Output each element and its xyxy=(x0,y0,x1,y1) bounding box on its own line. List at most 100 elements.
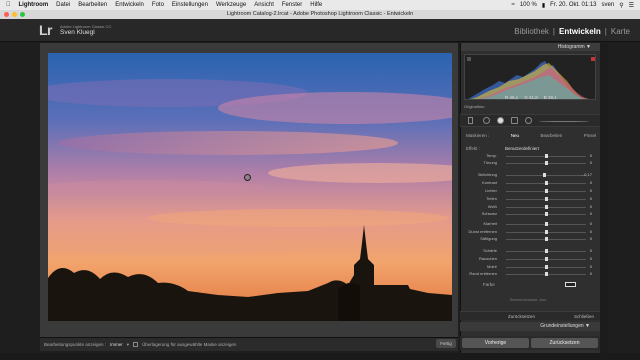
slider-knob[interactable] xyxy=(544,205,548,209)
slider-knob[interactable] xyxy=(544,189,548,193)
reset-button[interactable]: Zurücksetzen xyxy=(531,338,598,348)
menu-werkzeuge[interactable]: Werkzeuge xyxy=(216,2,246,8)
slider-knob[interactable] xyxy=(544,265,548,269)
slider-knob[interactable] xyxy=(544,161,548,165)
slider-knob[interactable] xyxy=(544,181,548,185)
histogram-chart[interactable] xyxy=(464,54,596,100)
slider-knob[interactable] xyxy=(544,154,548,158)
module-entwickeln[interactable]: Entwickeln xyxy=(559,27,601,36)
menu-fenster[interactable]: Fenster xyxy=(282,2,302,8)
mask-label: Maskieren : xyxy=(466,133,490,138)
slider-row[interactable]: Tönung 0 xyxy=(462,160,596,166)
slider-row[interactable]: Lichter 0 xyxy=(462,188,596,194)
slider-knob[interactable] xyxy=(544,197,548,201)
slider-knob[interactable] xyxy=(544,249,548,253)
apple-icon[interactable]:  xyxy=(6,2,11,8)
done-button[interactable]: Fertig xyxy=(436,339,456,348)
right-panel-scrollbar[interactable] xyxy=(600,43,608,353)
menu-hilfe[interactable]: Hilfe xyxy=(310,2,322,8)
close-mask-button[interactable]: Schließen xyxy=(574,314,594,319)
slider-row[interactable]: Schärfe 0 xyxy=(462,248,596,254)
slider-value[interactable]: 0 xyxy=(590,264,592,269)
slider-value[interactable]: 0 xyxy=(590,271,592,276)
menu-bar:  Lightroom Datei Bearbeiten Entwickeln … xyxy=(0,0,640,10)
slider-row[interactable]: Kontrast 0 xyxy=(462,180,596,186)
clock[interactable]: Fr. 20. Okt. 01:13 xyxy=(550,2,596,8)
slider-value[interactable]: 0 xyxy=(590,196,592,201)
mask-pin[interactable] xyxy=(244,174,251,181)
slider-row[interactable]: Sättigung 0 xyxy=(462,236,596,242)
menu-foto[interactable]: Foto xyxy=(152,2,164,8)
menu-lightroom[interactable]: Lightroom xyxy=(19,2,49,8)
overlay-checkbox[interactable] xyxy=(133,342,139,347)
slider-value[interactable]: 0 xyxy=(590,236,592,241)
slider-knob[interactable] xyxy=(544,257,548,261)
slider-row[interactable]: Moiré 0 xyxy=(462,264,596,270)
mask-edit[interactable]: Bearbeiten xyxy=(540,133,562,138)
module-karte[interactable]: Karte xyxy=(611,27,630,36)
battery-label[interactable]: 100 % xyxy=(520,2,537,8)
previous-button[interactable]: Vorherige xyxy=(462,338,529,348)
slider-knob[interactable] xyxy=(544,272,548,276)
pins-select[interactable]: Immer xyxy=(110,342,123,347)
brush-slider-line[interactable] xyxy=(539,121,589,122)
color-swatch[interactable] xyxy=(565,282,576,287)
original-photo-label[interactable]: Originalfoto xyxy=(464,104,484,109)
slider-row[interactable]: Weiß 0 xyxy=(462,204,596,210)
menu-einstellungen[interactable]: Einstellungen xyxy=(172,2,208,8)
slider-value[interactable]: 0 xyxy=(590,221,592,226)
menu-list-icon[interactable]: ☰ xyxy=(629,2,634,9)
menu-bearbeiten[interactable]: Bearbeiten xyxy=(78,2,107,8)
mask-brush[interactable]: Pinsel xyxy=(584,133,596,138)
left-panel-collapsed[interactable] xyxy=(0,43,40,353)
slider-row[interactable]: Rauschen 0 xyxy=(462,256,596,262)
slider-knob[interactable] xyxy=(544,212,548,216)
basic-panel-header[interactable]: Grundeinstellungen ▼ xyxy=(460,322,600,331)
reset-mask-button[interactable]: Zurücksetzen xyxy=(508,314,535,319)
grid-tool-icon[interactable] xyxy=(468,117,473,124)
mask-new[interactable]: Neu xyxy=(511,133,519,138)
slider-row[interactable]: Rand entfernen 0 xyxy=(462,271,596,277)
chevron-down-icon[interactable]: ▾ xyxy=(127,342,129,348)
effect-select[interactable]: Benutzerdefiniert xyxy=(505,146,539,151)
slider-knob[interactable] xyxy=(544,237,548,241)
slider-value[interactable]: 0 xyxy=(590,256,592,261)
minimize-button[interactable] xyxy=(12,12,17,17)
spot-removal-icon[interactable] xyxy=(497,117,504,124)
menu-datei[interactable]: Datei xyxy=(56,2,70,8)
slider-knob[interactable] xyxy=(542,173,546,177)
slider-row[interactable]: Dunst entfernen 0 xyxy=(462,229,596,235)
wifi-icon[interactable]: ≈ xyxy=(512,2,515,8)
slider-row[interactable]: Schwarz 0 xyxy=(462,211,596,217)
slider-value[interactable]: 0 xyxy=(590,160,592,165)
slider-row[interactable]: Belichtung - 0,17 xyxy=(462,172,596,178)
slider-track[interactable] xyxy=(506,175,586,176)
photo-preview[interactable] xyxy=(48,53,452,321)
slider-knob[interactable] xyxy=(544,222,548,226)
slider-value[interactable]: - 0,17 xyxy=(582,172,592,177)
graduated-filter-icon[interactable] xyxy=(525,117,532,124)
user-menu[interactable]: sven xyxy=(602,2,615,8)
slider-value[interactable]: 0 xyxy=(590,211,592,216)
slider-row[interactable]: Klarheit 0 xyxy=(462,221,596,227)
slider-value[interactable]: 0 xyxy=(590,248,592,253)
slider-row[interactable]: Temp. 0 xyxy=(462,153,596,159)
close-button[interactable] xyxy=(4,12,9,17)
zoom-button[interactable] xyxy=(20,12,25,17)
red-eye-icon[interactable] xyxy=(511,117,518,124)
slider-row[interactable]: Tiefen 0 xyxy=(462,196,596,202)
slider-value[interactable]: 0 xyxy=(590,180,592,185)
slider-knob[interactable] xyxy=(544,230,548,234)
module-bibliothek[interactable]: Bibliothek xyxy=(514,27,549,36)
histogram-header[interactable]: Histogramm ▼ xyxy=(461,43,601,51)
slider-value[interactable]: 0 xyxy=(590,153,592,158)
range-mask-label[interactable]: Bereichsmaske: Aus xyxy=(510,297,546,302)
slider-value[interactable]: 0 xyxy=(590,204,592,209)
slider-value[interactable]: 0 xyxy=(590,188,592,193)
menu-entwickeln[interactable]: Entwickeln xyxy=(115,2,144,8)
filmstrip-collapsed[interactable] xyxy=(0,353,640,360)
search-icon[interactable]: ⚲ xyxy=(619,2,623,9)
menu-ansicht[interactable]: Ansicht xyxy=(254,2,274,8)
crop-tool-icon[interactable] xyxy=(483,117,490,124)
slider-value[interactable]: 0 xyxy=(590,229,592,234)
